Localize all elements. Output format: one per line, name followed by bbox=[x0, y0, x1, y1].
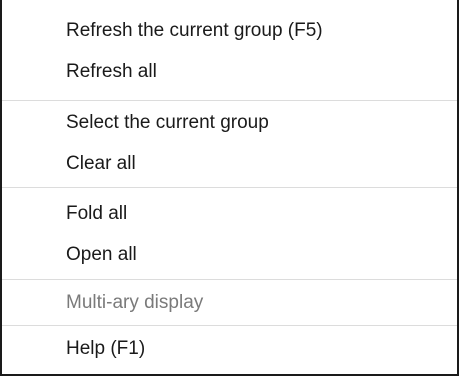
menu-separator bbox=[2, 187, 457, 188]
menu-separator bbox=[2, 279, 457, 280]
menu-separator bbox=[2, 325, 457, 326]
menu-item-refresh-all[interactable]: Refresh all bbox=[66, 57, 157, 87]
context-menu: Refresh the current group (F5) Refresh a… bbox=[0, 0, 459, 376]
menu-item-help[interactable]: Help (F1) bbox=[66, 334, 145, 364]
menu-separator bbox=[2, 100, 457, 101]
menu-item-open-all[interactable]: Open all bbox=[66, 240, 137, 270]
menu-item-fold-all[interactable]: Fold all bbox=[66, 199, 127, 229]
menu-item-select-current-group[interactable]: Select the current group bbox=[66, 108, 269, 138]
menu-item-refresh-current-group[interactable]: Refresh the current group (F5) bbox=[66, 16, 323, 46]
menu-item-multi-ary-display: Multi-ary display bbox=[66, 292, 204, 313]
menu-item-clear-all[interactable]: Clear all bbox=[66, 149, 136, 179]
